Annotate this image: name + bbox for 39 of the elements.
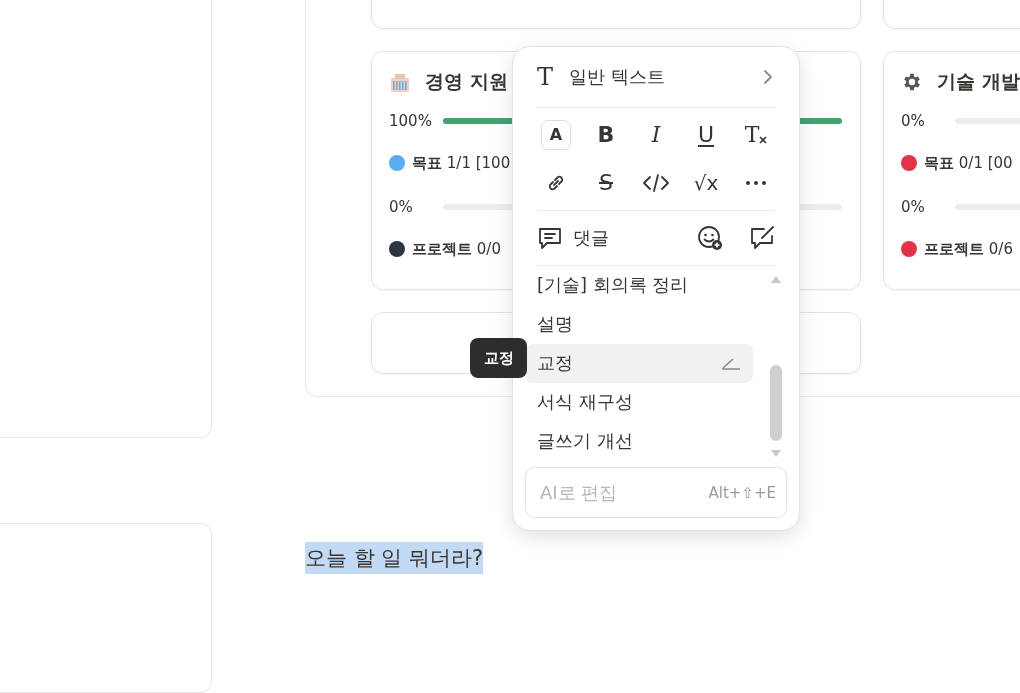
card-title: 기술 개발 [937,69,1020,94]
emoji-add-icon [697,224,723,251]
more-icon [745,179,767,186]
count-text: 목표 1/1 [100 [412,153,511,173]
tooltip: 교정 [470,338,527,378]
block-type-button[interactable]: T 일반 텍스트 [525,47,787,107]
color-button[interactable]: A [531,113,581,156]
ai-edit-field[interactable]: AI로 편집 [538,481,709,505]
count-text: 프로젝트 0/6 [924,239,1013,259]
percent-label: 0% [901,198,926,216]
count-text: 목표 0/1 [00 [924,153,1013,173]
underline-button[interactable]: U [681,113,731,156]
menu-item[interactable]: 설명 [525,304,753,344]
comment-button[interactable]: 댓글 [537,224,671,251]
suggest-edit-button[interactable] [749,224,775,251]
chevron-right-icon [763,68,773,85]
emoji-button[interactable] [697,224,723,251]
x-icon [759,135,768,144]
menu-item[interactable]: 교정 [525,343,753,383]
bold-button[interactable]: B [581,113,631,156]
count-text: 프로젝트 0/0 [412,239,501,259]
gear-icon [901,71,923,93]
clear-button[interactable]: T [731,113,781,156]
math-button[interactable]: √x [681,161,731,204]
percent-label: 100% [389,112,433,130]
italic-button[interactable]: I [631,113,681,156]
building-icon [389,71,411,93]
percent-label: 0% [389,198,414,216]
strike-button[interactable]: S [581,161,631,204]
menu-item[interactable]: [기술] 회의록 정리 [525,265,753,305]
selected-text: 오늘 할 일 뭐더라? [305,542,484,574]
menu-item[interactable]: 글쓰기 개선 [525,421,753,461]
menu-item[interactable]: 서식 재구성 [525,382,753,422]
edit-comment-icon [749,224,775,251]
code-icon [642,171,670,194]
card-title: 경영 지원 [425,69,508,94]
shortcut-hint: Alt+⇧+E [708,483,776,502]
percent-label: 0% [901,112,926,130]
pen-icon [721,356,741,371]
